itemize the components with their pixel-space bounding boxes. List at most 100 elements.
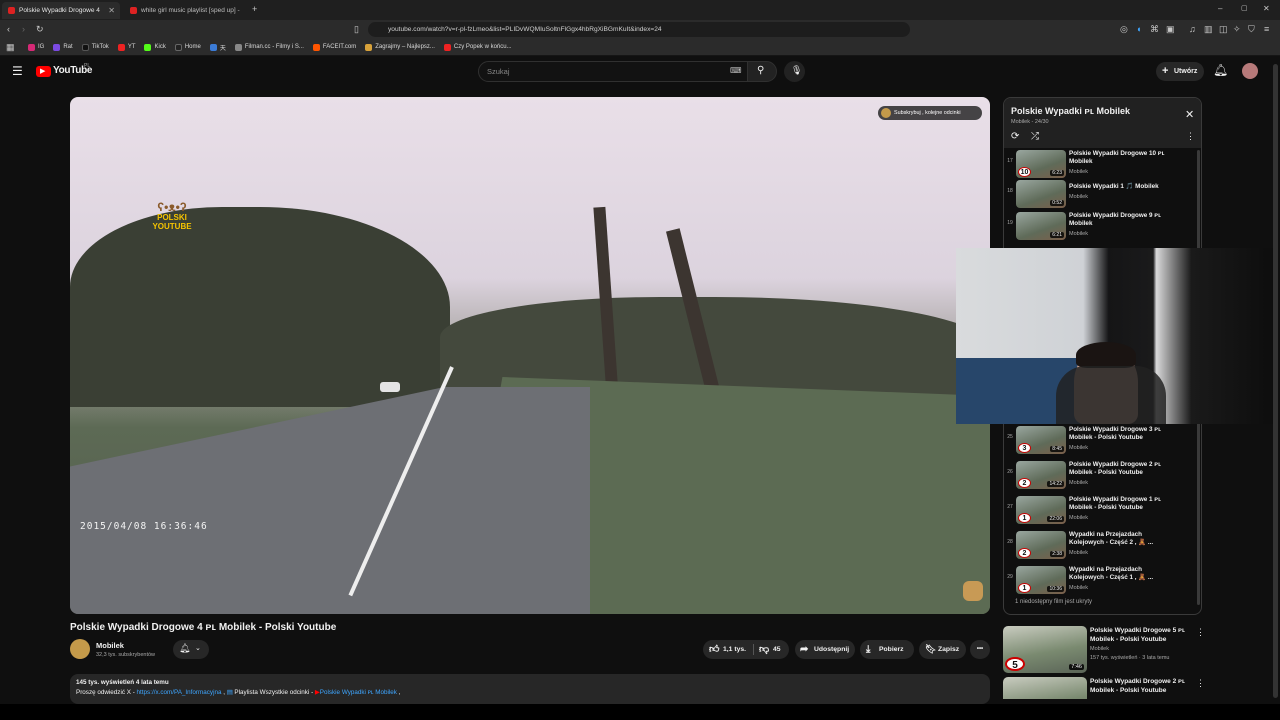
tab-title: white girl music playlist [sped up] - xyxy=(141,7,240,14)
subscriber-count: 32,3 tys. subskrybentów xyxy=(96,652,156,658)
close-playlist-icon[interactable]: ✕ xyxy=(1185,108,1194,121)
recommended-title: Polskie Wypadki Drogowe 5 ᴘʟ Mobilek - P… xyxy=(1090,627,1185,643)
channel-name[interactable]: Mobilek xyxy=(96,641,124,650)
close-tab-icon[interactable]: ✕ xyxy=(108,6,115,15)
wallet-icon[interactable]: ▣ xyxy=(1166,24,1175,35)
notifications-bell-icon[interactable]: 🔔︎ xyxy=(1213,63,1228,77)
video-player[interactable]: ʕ•ᴥ•ʔ POLSKI YOUTUBE xyxy=(70,97,990,614)
channel-avatar[interactable] xyxy=(70,639,90,659)
bookmark-tiktok[interactable]: TikTok xyxy=(81,43,109,51)
thumbs-up-icon[interactable]: 👍︎ xyxy=(709,640,719,659)
play-triangle-icon: ▶ xyxy=(40,68,46,75)
video-description[interactable]: 145 tys. wyświetleń 4 lata temu Proszę o… xyxy=(70,674,990,704)
description-x-link[interactable]: https://x.com/PA_Informacyjna xyxy=(137,689,222,696)
faceit-icon xyxy=(312,43,320,51)
maximize-icon[interactable]: ▢ xyxy=(1241,4,1248,12)
download-button[interactable]: ⤓ Pobierz xyxy=(860,640,914,659)
more-actions-button[interactable]: ••• xyxy=(970,640,990,659)
subscribe-chip[interactable]: Subskrybuj , kolejne odcinki xyxy=(878,106,982,120)
apps-grid-icon[interactable]: ▦ xyxy=(6,42,15,53)
search-input[interactable]: Szukaj xyxy=(478,61,748,82)
video-title: Polskie Wypadki Drogowe 4 ᴘʟ Mobilek - P… xyxy=(70,622,337,633)
search-button[interactable]: ⚲ xyxy=(747,61,777,82)
sidebar-icon[interactable]: ▥ xyxy=(1204,24,1213,35)
channel-watermark-logo: ʕ•ᴥ•ʔ POLSKI YOUTUBE xyxy=(152,200,192,231)
recommended-video[interactable]: Polskie Wypadki Drogowe 2 ᴘʟ Mobilek - P… xyxy=(1003,677,1203,699)
bookmark-popek[interactable]: Czy Popek w końcu... xyxy=(443,43,512,51)
browser-tab-bar: Polskie Wypadki Drogowe 4 ✕ white girl m… xyxy=(0,0,1280,20)
playlist-item[interactable]: 17 10 6:23 Polskie Wypadki Drogowe 10 ᴘʟ … xyxy=(1004,148,1199,182)
divider xyxy=(753,644,754,655)
bookmark-zagrajmy[interactable]: Zagrajmy – Najlepsz... xyxy=(365,43,435,51)
bookmark-yt[interactable]: YT xyxy=(117,43,135,51)
bookmark-filman[interactable]: Filman.cc - Filmy i S... xyxy=(234,43,304,51)
save-button[interactable]: 🔖︎ Zapisz xyxy=(919,640,966,659)
reload-icon[interactable]: ↻ xyxy=(36,24,44,35)
recommended-meta: 157 tys. wyświetleń · 3 lata temu xyxy=(1090,655,1170,661)
thumbs-down-icon[interactable]: 👎︎ xyxy=(759,640,769,659)
microphone-icon: 🎙︎ xyxy=(791,65,803,75)
description-playlist-link[interactable]: Polskie Wypadki ᴘʟ Mobilek xyxy=(320,689,397,696)
bookmark-faceit[interactable]: FACEIT.com xyxy=(312,43,356,51)
share-button[interactable]: ➦ Udostępnij xyxy=(795,640,855,659)
more-vert-icon[interactable]: ⋮ xyxy=(1196,678,1203,689)
minimize-icon[interactable]: – xyxy=(1218,4,1222,13)
playlist-title[interactable]: Polskie Wypadki ᴘʟ Mobilek xyxy=(1011,106,1130,116)
playlist-item[interactable]: 18 0:52 Polskie Wypadki 1 🎵 Mobilek Mobi… xyxy=(1004,178,1199,212)
new-tab-icon[interactable]: + xyxy=(252,4,257,14)
video-thumbnail: 6:21 xyxy=(1016,212,1066,240)
region-code: PL xyxy=(84,63,91,69)
page-scrollbar[interactable] xyxy=(1273,64,1278,698)
more-vert-icon[interactable]: ⋮ xyxy=(1196,627,1205,638)
tiktok-icon xyxy=(81,43,89,51)
video-thumbnail: 1 10:36 xyxy=(1016,566,1066,594)
hamburger-menu-icon[interactable]: ☰ xyxy=(12,64,23,78)
loop-icon[interactable]: ⟳ xyxy=(1011,131,1019,142)
vpn-icon[interactable]: ⛉ xyxy=(1248,24,1255,35)
bookmark-home[interactable]: Home xyxy=(174,43,201,51)
leo-icon[interactable]: ✧ xyxy=(1233,24,1241,35)
extension-icon[interactable]: ◎ xyxy=(1120,24,1128,35)
bookmark-rat[interactable]: Rat xyxy=(53,43,73,51)
recommended-video[interactable]: 5 7:46 Polskie Wypadki Drogowe 5 ᴘʟ Mobil… xyxy=(1003,626,1205,674)
recommended-title: Polskie Wypadki Drogowe 2 ᴘʟ Mobilek - P… xyxy=(1090,678,1185,694)
playlist-item[interactable]: 28 2 2:38 Wypadki na Przejazdach Kolejowy… xyxy=(1004,529,1199,563)
playlist-item[interactable]: 19 6:21 Polskie Wypadki Drogowe 9 ᴘʟ Mob… xyxy=(1004,210,1199,244)
menu-icon[interactable]: ≡ xyxy=(1264,24,1269,34)
forward-icon[interactable]: › xyxy=(22,24,25,34)
create-button[interactable]: + Utwórz xyxy=(1156,62,1204,81)
bookmark-icon[interactable]: ▯ xyxy=(354,24,359,35)
playlist-item[interactable]: 27 1 22:06 Polskie Wypadki Drogowe 1 ᴘʟ M… xyxy=(1004,494,1199,528)
bookmark-kick[interactable]: Kick xyxy=(144,43,166,51)
browser-tab[interactable]: white girl music playlist [sped up] - xyxy=(124,2,242,19)
puzzle-icon[interactable]: ⌘ xyxy=(1150,24,1159,35)
like-count[interactable]: 1,1 tys. xyxy=(723,640,746,659)
playlist-subtitle[interactable]: Mobilek - 24/30 xyxy=(1011,119,1049,125)
dislike-count[interactable]: 45 xyxy=(773,640,781,659)
avatar[interactable] xyxy=(1242,63,1258,79)
playlist-item[interactable]: 25 3 8:45 Polskie Wypadki Drogowe 3 ᴘʟ Mo… xyxy=(1004,424,1199,458)
search-icon: ⚲ xyxy=(757,65,765,76)
bookmark-ig[interactable]: IG xyxy=(28,43,44,51)
tab-search-icon[interactable]: ◫ xyxy=(1219,24,1228,35)
audio-icon[interactable]: ◖ xyxy=(1136,24,1141,34)
video-thumbnail: 1 22:06 xyxy=(1016,496,1066,524)
bookmark-kanji[interactable]: 天 xyxy=(209,43,226,52)
address-bar-input[interactable]: youtube.com/watch?v=r-pl-fzLmeo&list=PLI… xyxy=(368,22,910,37)
video-frame-car xyxy=(380,382,400,392)
browser-tab-active[interactable]: Polskie Wypadki Drogowe 4 ✕ xyxy=(2,2,120,19)
like-dislike-group: 👍︎ 1,1 tys. 👎︎ 45 xyxy=(703,640,789,659)
shuffle-icon[interactable]: ⤮ xyxy=(1031,131,1039,142)
taskbar-strip xyxy=(0,704,1280,720)
playlist-item[interactable]: 26 2 14:22 Polskie Wypadki Drogowe 2 ᴘʟ M… xyxy=(1004,459,1199,493)
bear-icon: ʕ•ᴥ•ʔ xyxy=(157,200,187,214)
voice-search-button[interactable]: 🎙︎ xyxy=(784,61,805,82)
video-thumbnail xyxy=(1003,677,1087,699)
more-vert-icon[interactable]: ⋮ xyxy=(1186,131,1195,142)
music-icon[interactable]: ♫ xyxy=(1189,24,1196,34)
playlist-item[interactable]: 29 1 10:36 Wypadki na Przejazdach Kolejow… xyxy=(1004,564,1199,598)
subscription-bell-button[interactable]: 🔔︎ ⌄ xyxy=(173,640,209,659)
back-icon[interactable]: ‹ xyxy=(7,24,10,34)
close-window-icon[interactable]: ✕ xyxy=(1263,4,1270,13)
keyboard-icon[interactable]: ⌨ xyxy=(730,66,742,75)
